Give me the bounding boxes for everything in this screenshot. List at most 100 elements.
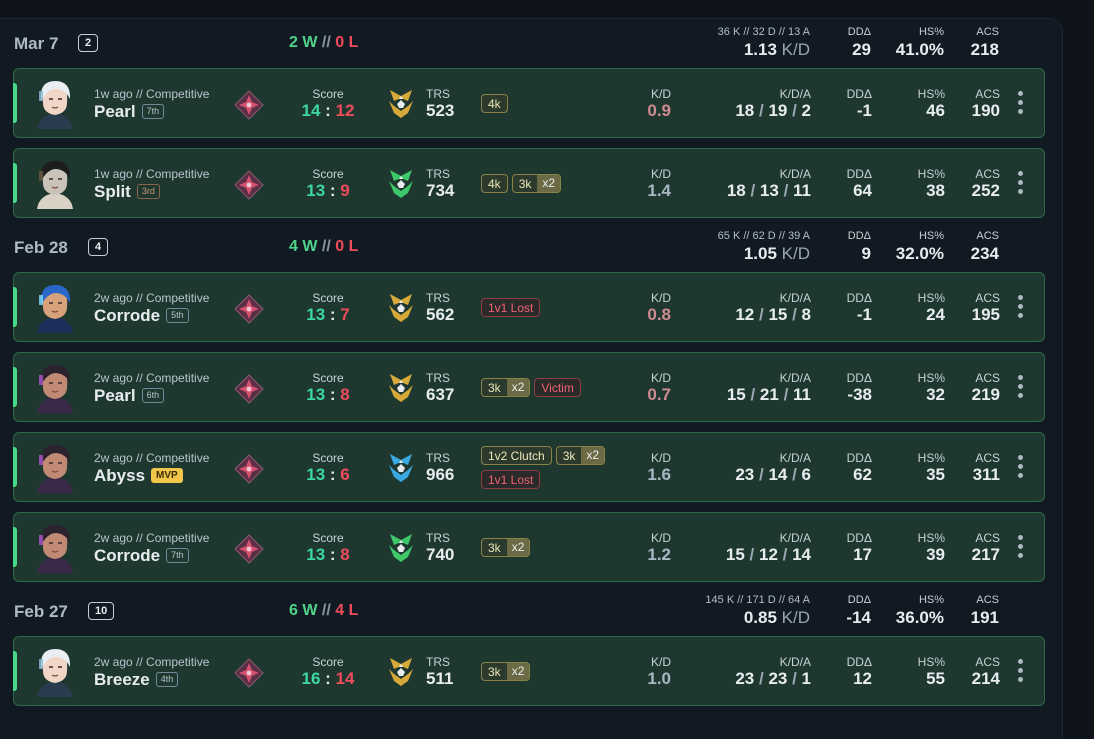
group-hs-label: HS% [918, 594, 944, 606]
badge-multiplier: x2 [506, 663, 530, 680]
match-card[interactable]: 2w ago // Competitive Breeze 4th Score 16… [13, 636, 1045, 706]
hs-stat: HS% 38 [894, 167, 945, 201]
deaths: 21 [759, 385, 779, 404]
highlight-badge: Victim [534, 378, 581, 397]
ddd-stat: DDΔ 64 [824, 167, 872, 201]
group-match-count: 4 [88, 238, 109, 256]
acs-label: ACS [975, 371, 1000, 385]
kd-value: 1.0 [647, 669, 671, 688]
agent-portrait [29, 645, 81, 697]
hs-label: HS% [917, 87, 945, 101]
badge-label: 3k [562, 448, 576, 463]
trs-rank-icon [386, 167, 416, 201]
score-team: 14 [301, 101, 321, 120]
ddd-value: -38 [847, 385, 872, 404]
trs-value: 734 [426, 181, 455, 200]
map-name: Split 3rd [94, 182, 160, 202]
ddd-value: -1 [856, 101, 872, 120]
ddd-stat: DDΔ 12 [824, 655, 872, 689]
badge-multiplier: x2 [506, 539, 530, 556]
group-kd-value: 0.85 [743, 608, 777, 627]
hs-value: 35 [926, 465, 945, 484]
score-label: Score [312, 371, 344, 385]
trs-label: TRS [426, 87, 450, 101]
acs-stat: ACS 214 [954, 655, 1000, 689]
placement-badge: 4th [155, 672, 179, 687]
trs-rank-icon [386, 655, 416, 689]
kda-label: K/D/A [779, 655, 811, 669]
highlight-badges: 4k [481, 94, 512, 113]
more-options-icon[interactable] [1014, 659, 1026, 685]
agent-portrait [29, 441, 81, 493]
group-win-loss: 4 W // 0 L [289, 238, 359, 255]
highlight-badge: 3k x2 [481, 662, 531, 681]
more-options-icon[interactable] [1014, 455, 1026, 481]
agent-portrait [29, 77, 81, 129]
group-header: Mar 7 2 2 W // 0 L 36 K // 32 D // 13 A … [0, 18, 1062, 68]
acs-stat: ACS 217 [954, 531, 1000, 565]
score-label: Score [312, 451, 344, 465]
match-card[interactable]: 2w ago // Competitive Corrode 7th Score 1… [13, 512, 1045, 582]
score-team: 13 [306, 305, 326, 324]
acs-value: 195 [971, 305, 1000, 324]
placement-badge: 7th [166, 548, 189, 563]
win-indicator [13, 367, 17, 407]
score-team: 13 [306, 385, 326, 404]
group-win-loss: 6 W // 4 L [289, 602, 359, 619]
placement-badge: 5th [166, 308, 189, 323]
map-name-text: Abyss [94, 466, 146, 485]
hs-label: HS% [917, 371, 945, 385]
kda-stat: K/D/A 23 / 23 / 1 [704, 655, 811, 689]
ddd-label: DDΔ [846, 371, 872, 385]
match-score: Score 14 : 12 [298, 87, 358, 121]
badge-label: 1v1 Lost [488, 472, 534, 487]
kd-label: K/D [650, 167, 671, 181]
score-label: Score [312, 87, 344, 101]
score-enemy: 9 [340, 181, 350, 200]
highlight-badges: 1v1 Lost [481, 298, 544, 317]
trs-rank-icon [386, 87, 416, 121]
badge-label: 1v1 Lost [488, 300, 534, 315]
badge-multiplier: x2 [506, 379, 530, 396]
match-group: Feb 28 4 4 W // 0 L 65 K // 62 D // 39 A… [0, 222, 1062, 582]
trs-score: TRS 523 [426, 87, 454, 121]
group-losses: 4 L [335, 602, 359, 619]
assists: 6 [801, 465, 811, 484]
hs-label: HS% [917, 655, 945, 669]
group-ddd-label: DDΔ [847, 230, 871, 242]
score-label: Score [312, 531, 344, 545]
match-time-mode: 2w ago // Competitive [94, 531, 210, 545]
kd-value: 0.8 [647, 305, 671, 324]
match-card[interactable]: 1w ago // Competitive Split 3rd Score 13 … [13, 148, 1045, 218]
hs-value: 24 [926, 305, 945, 324]
map-name: Corrode 5th [94, 306, 189, 326]
more-options-icon[interactable] [1014, 535, 1026, 561]
more-options-icon[interactable] [1014, 171, 1026, 197]
trs-score: TRS 637 [426, 371, 454, 405]
hs-value: 32 [926, 385, 945, 404]
trs-value: 511 [426, 669, 454, 688]
acs-label: ACS [975, 531, 1000, 545]
match-card[interactable]: 2w ago // Competitive Abyss MVP Score 13 … [13, 432, 1045, 502]
ddd-value: -1 [856, 305, 872, 324]
group-kd: 0.85 K/D [744, 608, 810, 628]
match-card[interactable]: 1w ago // Competitive Pearl 7th Score 14 … [13, 68, 1045, 138]
match-card[interactable]: 2w ago // Competitive Corrode 5th Score 1… [13, 272, 1045, 342]
match-card[interactable]: 2w ago // Competitive Pearl 6th Score 13 … [13, 352, 1045, 422]
placement-badge: 3rd [136, 184, 160, 199]
highlight-badge: 1v1 Lost [481, 470, 541, 489]
group-kd-unit: K/D [781, 40, 810, 59]
group-date: Mar 7 [14, 34, 59, 53]
rank-icon [234, 658, 264, 688]
more-options-icon[interactable] [1014, 91, 1026, 117]
group-header: Feb 28 4 4 W // 0 L 65 K // 62 D // 39 A… [0, 222, 1062, 272]
badge-label: 3k [488, 380, 501, 395]
group-acs-value: 234 [970, 244, 999, 263]
highlight-badge: 3k x2 [555, 446, 606, 465]
more-options-icon[interactable] [1014, 295, 1026, 321]
group-acs: ACS 191 [971, 594, 999, 628]
more-options-icon[interactable] [1014, 375, 1026, 401]
agent-portrait [29, 361, 81, 413]
kd-stat: K/D 1.4 [614, 167, 671, 201]
deaths: 14 [768, 465, 788, 484]
